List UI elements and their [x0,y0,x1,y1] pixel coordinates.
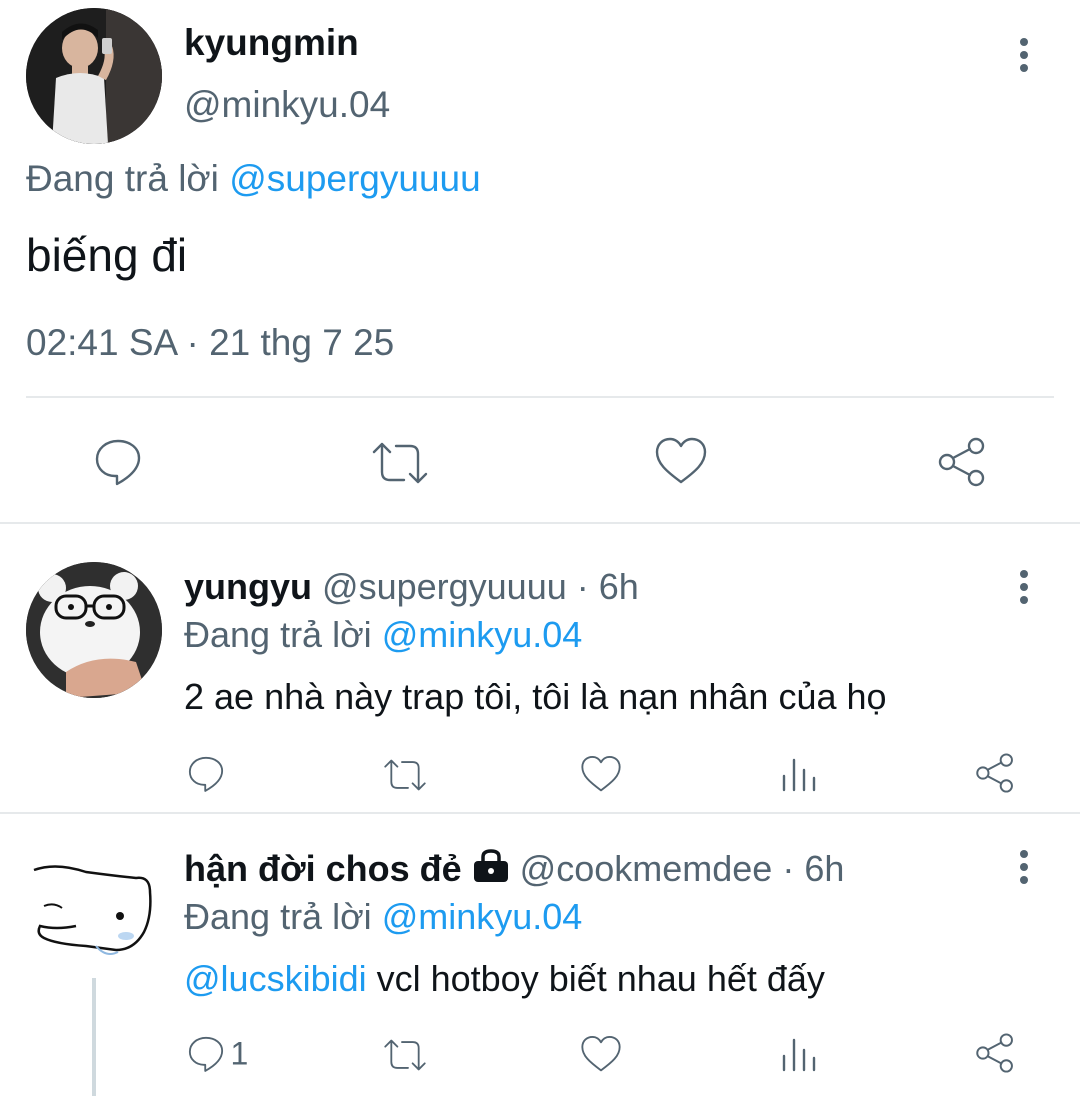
section-divider [0,522,1080,524]
reply-time[interactable]: · 6h [577,566,639,607]
like-icon [581,1035,621,1072]
section-divider [0,812,1080,814]
tweet-text: 2 ae nhà này trap tôi, tôi là nạn nhân c… [184,676,887,717]
thread-line [92,978,96,1096]
avatar[interactable] [26,8,162,144]
more-options-icon[interactable] [1020,850,1028,889]
avatar[interactable] [26,846,162,982]
analytics-icon [782,758,816,792]
reply-header: hận đời chos đẻ @cookmemdee · 6h [184,848,844,892]
avatar-photo [26,8,162,144]
reply-to-link[interactable]: @minkyu.04 [382,896,583,937]
share-button[interactable] [974,752,1016,799]
reply-to-link[interactable]: @minkyu.04 [382,614,583,655]
reply-time[interactable]: · 6h [782,848,844,889]
reply-button[interactable]: 1 [186,1034,248,1074]
share-icon [976,753,1013,793]
replying-to-label: Đang trả lời [184,614,372,655]
tweet-text: vcl hotboy biết nhau hết đấy [366,958,825,999]
author-name[interactable]: kyungmin [184,22,359,64]
share-button[interactable] [936,436,988,493]
replying-to: Đang trả lời @minkyu.04 [184,614,582,656]
author-handle[interactable]: @minkyu.04 [184,84,390,126]
reply-icon [188,1036,224,1072]
retweet-button[interactable] [382,756,428,799]
avatar-photo [26,846,162,982]
like-icon [655,437,707,484]
main-tweet-divider [26,396,1054,398]
retweet-icon [384,1039,426,1071]
reply-to-link[interactable]: @supergyuuuu [229,158,481,199]
lock-icon [472,849,510,892]
replying-to: Đang trả lời @minkyu.04 [184,896,582,938]
author-handle[interactable]: @supergyuuuu [322,566,567,607]
reply-count: 1 [230,1035,249,1072]
avatar[interactable] [26,562,162,698]
analytics-icon [782,1038,816,1072]
replying-to: Đang trả lời @supergyuuuu [26,158,481,200]
author-name[interactable]: hận đời chos đẻ [184,848,462,889]
retweet-button[interactable] [382,1036,428,1079]
retweet-button[interactable] [370,438,430,493]
author-handle[interactable]: @cookmemdee [520,848,773,889]
more-options-icon[interactable] [1020,38,1028,77]
share-icon [938,437,985,487]
replying-to-label: Đang trả lời [26,158,219,199]
like-button[interactable] [580,1034,622,1079]
reply-header: yungyu @supergyuuuu · 6h [184,566,639,608]
analytics-button[interactable] [778,754,818,799]
tweet-text: biếng đi [26,229,188,281]
like-button[interactable] [654,436,708,491]
reply-icon [95,439,141,486]
reply-button[interactable] [92,436,144,493]
more-options-icon[interactable] [1020,570,1028,609]
like-icon [581,755,621,792]
author-name[interactable]: yungyu [184,566,312,607]
avatar-photo [26,562,162,698]
share-button[interactable] [974,1032,1016,1079]
reply-icon [188,756,224,792]
share-icon [976,1033,1013,1073]
tweet-timestamp[interactable]: 02:41 SA · 21 thg 7 25 [26,322,394,364]
mention-link[interactable]: @lucskibidi [184,958,367,999]
analytics-button[interactable] [778,1034,818,1079]
replying-to-label: Đang trả lời [184,896,372,937]
retweet-icon [372,442,428,484]
reply-button[interactable] [186,754,226,799]
retweet-icon [384,759,426,791]
tweet-text-line: @lucskibidi vcl hotboy biết nhau hết đấy [184,958,825,1000]
like-button[interactable] [580,754,622,799]
